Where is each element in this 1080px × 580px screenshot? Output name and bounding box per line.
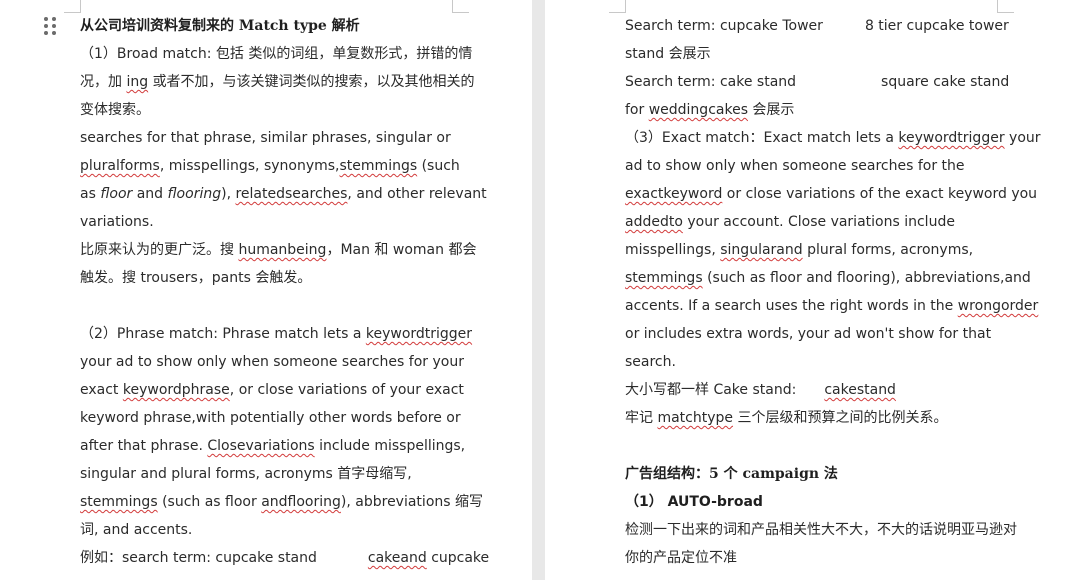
phrase-match-line-3: exact keywordphrase, or close variations… — [80, 382, 464, 398]
right-document-page: Search term: cupcake Tower 8 tier cupcake… — [545, 0, 1080, 580]
case-note-line: 大小写都一样 Cake stand: cakestand — [625, 382, 896, 398]
phrase-match-line-5: after that phrase. Closevariations inclu… — [80, 438, 466, 454]
broad-match-line-3: 变体搜索。 — [80, 102, 150, 118]
phrase-match-line-8: 词, and accents. — [80, 522, 193, 538]
page-corner-mark — [64, 0, 81, 13]
phrase-match-line-2: your ad to show only when someone search… — [80, 354, 464, 370]
auto-broad-line-2: 你的产品定位不准 — [625, 550, 737, 566]
phrase-match-line-1: （2）Phrase match: Phrase match lets a key… — [80, 326, 473, 342]
exact-match-line-8: or includes extra words, your ad won't s… — [625, 326, 992, 342]
remember-note-line: 牢记 matchtype 三个层级和预算之间的比例关系。 — [625, 410, 948, 426]
broad-match-cn-line-1: 比原来认为的更广泛。搜 humanbeing，Man 和 woman 都会 — [80, 242, 477, 258]
auto-broad-line-1: 检测一下出来的词和产品相关性大不大，不大的话说明亚马逊对 — [625, 522, 1017, 538]
broad-match-en-line-4: variations. — [80, 214, 154, 230]
exact-match-line-6: stemmings (such as floor and flooring), … — [625, 270, 1031, 286]
exact-match-line-7: accents. If a search uses the right word… — [625, 298, 1039, 314]
broad-match-en-line-2: pluralforms, misspellings, synonyms,stem… — [80, 158, 460, 174]
broad-match-en-line-1: searches for that phrase, similar phrase… — [80, 130, 451, 146]
exact-match-line-5: misspellings, singularand plural forms, … — [625, 242, 974, 258]
drag-handle-icon[interactable] — [44, 17, 58, 35]
exact-match-line-4: addedto your account. Close variations i… — [625, 214, 955, 230]
exact-match-line-9: search. — [625, 354, 676, 370]
page-corner-mark — [609, 0, 626, 13]
left-document-page: 从公司培训资料复制来的 Match type 解析 （1）Broad match… — [0, 0, 532, 580]
exact-match-line-1: （3）Exact match：Exact match lets a keywor… — [625, 130, 1041, 146]
phrase-match-line-6: singular and plural forms, acronyms 首字母缩… — [80, 466, 412, 482]
search-term-line-4: for weddingcakes 会展示 — [625, 102, 795, 118]
exact-match-line-3: exactkeyword or close variations of the … — [625, 186, 1038, 202]
broad-match-line-1: （1）Broad match: 包括 类似的词组，单复数形式，拼错的情 — [80, 46, 473, 62]
search-term-line-1: Search term: cupcake Tower 8 tier cupcake… — [625, 18, 1009, 34]
phrase-match-line-9: 例如：search term: cupcake stand cakeand cup… — [80, 550, 490, 566]
auto-broad-heading: （1） AUTO-broad — [625, 494, 763, 510]
phrase-match-line-4: keyword phrase,with potentially other wo… — [80, 410, 461, 426]
broad-match-en-line-3: as floor and flooring), relatedsearches,… — [80, 186, 487, 202]
document-title: 从公司培训资料复制来的 Match type 解析 — [80, 18, 360, 34]
broad-match-cn-line-2: 触发。搜 trousers，pants 会触发。 — [80, 270, 312, 286]
page-corner-mark — [452, 0, 469, 13]
exact-match-line-2: ad to show only when someone searches fo… — [625, 158, 965, 174]
structure-heading: 广告组结构：5 个 campaign 法 — [625, 466, 838, 482]
broad-match-line-2: 况，加 ing 或者不加，与该关键词类似的搜索，以及其他相关的 — [80, 74, 475, 90]
page-corner-mark — [997, 0, 1014, 13]
search-term-line-3: Search term: cake stand square cake stand — [625, 74, 1010, 90]
phrase-match-line-7: stemmings (such as floor andflooring), a… — [80, 494, 483, 510]
search-term-line-2: stand 会展示 — [625, 46, 711, 62]
